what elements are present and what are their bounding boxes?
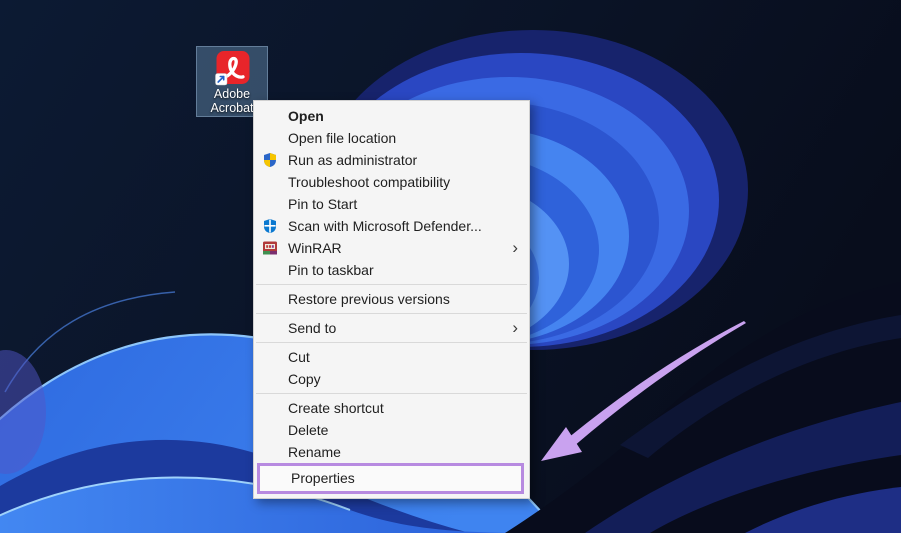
adobe-acrobat-icon: [214, 50, 251, 87]
menu-separator: [256, 313, 527, 314]
winrar-icon: [262, 240, 278, 256]
uac-shield-icon: [262, 152, 278, 168]
menu-item-properties[interactable]: Properties: [260, 466, 521, 491]
submenu-chevron-icon: ›: [512, 317, 518, 339]
shortcut-arrow-icon: [216, 74, 228, 86]
menu-item-open-file-location[interactable]: Open file location: [254, 127, 529, 149]
submenu-chevron-icon: ›: [512, 237, 518, 259]
context-menu: Open Open file location Run as administr…: [253, 100, 530, 499]
menu-item-copy[interactable]: Copy: [254, 368, 529, 390]
menu-item-send-to[interactable]: Send to ›: [254, 317, 529, 339]
menu-separator: [256, 284, 527, 285]
menu-item-run-as-administrator[interactable]: Run as administrator: [254, 149, 529, 171]
menu-item-open[interactable]: Open: [254, 105, 529, 127]
menu-item-create-shortcut[interactable]: Create shortcut: [254, 397, 529, 419]
menu-item-troubleshoot-compatibility[interactable]: Troubleshoot compatibility: [254, 171, 529, 193]
menu-separator: [256, 342, 527, 343]
menu-item-winrar[interactable]: WinRAR ›: [254, 237, 529, 259]
menu-item-restore-previous-versions[interactable]: Restore previous versions: [254, 288, 529, 310]
menu-item-delete[interactable]: Delete: [254, 419, 529, 441]
menu-item-rename[interactable]: Rename: [254, 441, 529, 463]
menu-item-cut[interactable]: Cut: [254, 346, 529, 368]
menu-item-pin-to-start[interactable]: Pin to Start: [254, 193, 529, 215]
menu-item-pin-to-taskbar[interactable]: Pin to taskbar: [254, 259, 529, 281]
defender-shield-icon: [262, 218, 278, 234]
menu-separator: [256, 393, 527, 394]
properties-highlight-box: Properties: [257, 463, 524, 494]
menu-item-scan-with-microsoft-defender[interactable]: Scan with Microsoft Defender...: [254, 215, 529, 237]
windows-desktop: Adobe Acrobat Open Open file location Ru…: [0, 0, 901, 533]
